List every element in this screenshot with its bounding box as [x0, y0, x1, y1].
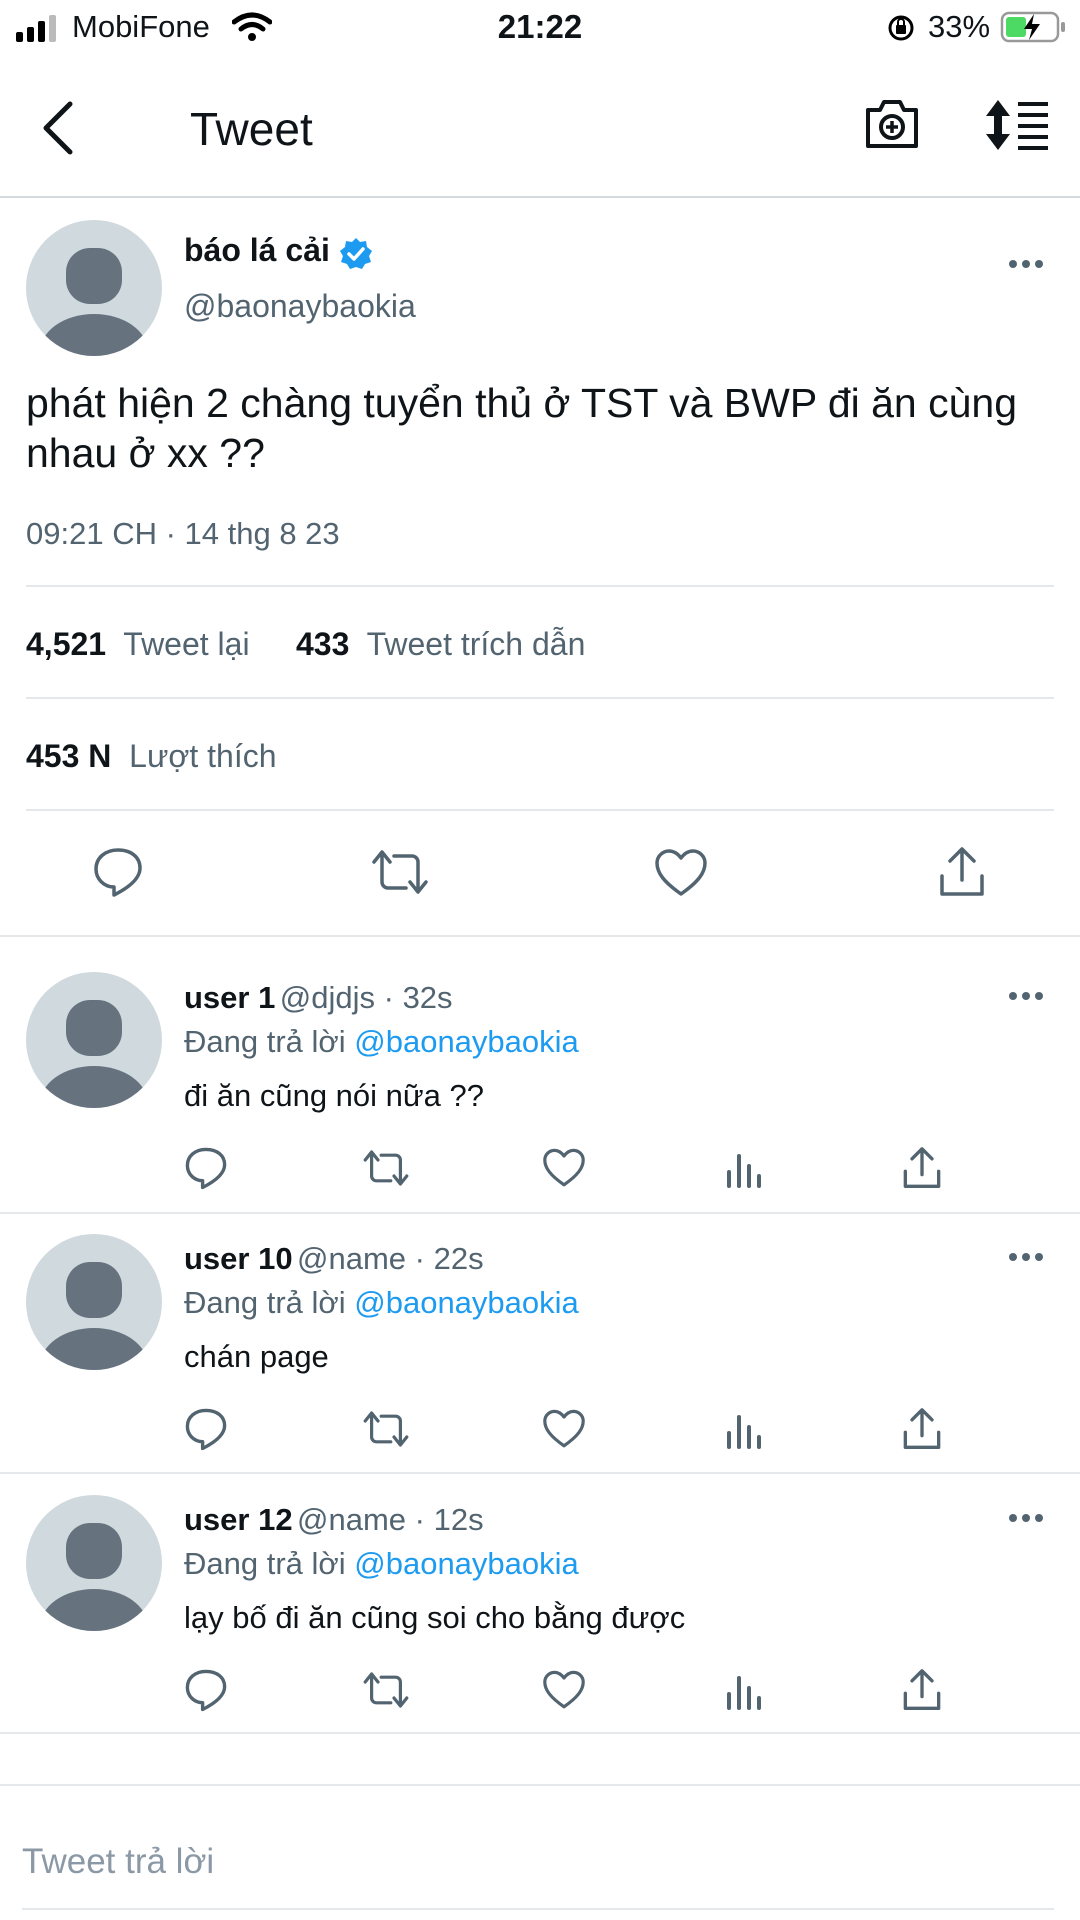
reply-icon[interactable]	[92, 846, 144, 898]
retweet-icon[interactable]	[370, 848, 430, 896]
status-bar: MobiFone 21:22 33%	[0, 0, 1080, 56]
like-count-label: Lượt thích	[129, 738, 277, 774]
reply-header: user 10 @name · 22s	[184, 1241, 484, 1277]
divider	[0, 1212, 1080, 1214]
retweet-count[interactable]: 4,521 Tweet lại	[26, 626, 250, 663]
default-avatar-icon	[40, 1523, 148, 1631]
analytics-icon[interactable]	[726, 1411, 762, 1449]
divider	[0, 935, 1080, 937]
replying-to-mention[interactable]: @baonaybaokia	[354, 1546, 579, 1581]
back-arrow-icon[interactable]	[38, 98, 78, 158]
retweet-count-value: 4,521	[26, 626, 107, 662]
share-icon[interactable]	[938, 846, 986, 898]
divider	[26, 809, 1054, 811]
more-options-icon[interactable]	[1008, 1251, 1044, 1263]
author-name[interactable]: báo lá cải	[184, 232, 330, 269]
reply-text: đi ăn cũng nói nữa ??	[184, 1078, 484, 1113]
default-avatar-icon	[40, 248, 148, 356]
battery-icon	[1000, 11, 1065, 43]
tweet-text: phát hiện 2 chàng tuyển thủ ở TST và BWP…	[26, 380, 1018, 476]
divider	[0, 1732, 1080, 1734]
orientation-lock-icon	[888, 15, 914, 41]
battery-percentage: 33%	[928, 9, 991, 44]
replying-to: Đang trả lời @baonaybaokia	[184, 1546, 579, 1582]
reply-author-name[interactable]: user 12	[184, 1502, 293, 1537]
replying-to: Đang trả lời @baonaybaokia	[184, 1285, 579, 1321]
replying-to-label: Đang trả lời	[184, 1546, 346, 1581]
retweet-count-label: Tweet lại	[123, 626, 250, 662]
sort-replies-icon[interactable]	[984, 98, 1050, 152]
reply-compose-input[interactable]: Tweet trả lời	[22, 1842, 214, 1882]
replying-to-label: Đang trả lời	[184, 1285, 346, 1320]
reply-meta: @name · 12s	[297, 1502, 484, 1537]
replying-to: Đang trả lời @baonaybaokia	[184, 1024, 579, 1060]
reply-header: user 12 @name · 12s	[184, 1502, 484, 1538]
like-icon[interactable]	[654, 848, 708, 898]
reply-header: user 1 @djdjs · 32s	[184, 980, 453, 1016]
top-navigation-bar: Tweet	[0, 56, 1080, 198]
quote-count-value: 433	[296, 626, 350, 662]
verified-badge-icon	[340, 238, 372, 269]
tweet-timestamp: 09:21 CH · 14 thg 8 23	[26, 516, 340, 551]
reply-author-name[interactable]: user 1	[184, 980, 275, 1015]
share-icon[interactable]	[902, 1407, 942, 1451]
reply-avatar[interactable]	[26, 1234, 162, 1370]
divider	[26, 697, 1054, 699]
quote-count[interactable]: 433 Tweet trích dẫn	[296, 626, 585, 663]
like-icon[interactable]	[542, 1409, 586, 1449]
like-count-value: 453 N	[26, 738, 112, 774]
more-options-icon[interactable]	[1008, 990, 1044, 1002]
like-icon[interactable]	[542, 1670, 586, 1710]
divider	[22, 1908, 1054, 1910]
reply-author-name[interactable]: user 10	[184, 1241, 293, 1276]
reply-avatar[interactable]	[26, 972, 162, 1108]
replying-to-label: Đang trả lời	[184, 1024, 346, 1059]
default-avatar-icon	[40, 1000, 148, 1108]
divider	[26, 585, 1054, 587]
retweet-icon[interactable]	[362, 1670, 410, 1710]
reply-icon[interactable]	[184, 1407, 228, 1451]
author-avatar[interactable]	[26, 220, 162, 356]
replying-to-mention[interactable]: @baonaybaokia	[354, 1285, 579, 1320]
like-icon[interactable]	[542, 1148, 586, 1188]
divider	[0, 1472, 1080, 1474]
quote-count-label: Tweet trích dẫn	[366, 626, 586, 662]
retweet-icon[interactable]	[362, 1148, 410, 1188]
reply-icon[interactable]	[184, 1146, 228, 1190]
divider	[0, 1784, 1080, 1786]
share-icon[interactable]	[902, 1146, 942, 1190]
reply-icon[interactable]	[184, 1668, 228, 1712]
replying-to-mention[interactable]: @baonaybaokia	[354, 1024, 579, 1059]
reply-meta: @djdjs · 32s	[279, 980, 453, 1015]
retweet-icon[interactable]	[362, 1409, 410, 1449]
like-count[interactable]: 453 N Lượt thích	[26, 738, 277, 775]
share-icon[interactable]	[902, 1668, 942, 1712]
reply-meta: @name · 22s	[297, 1241, 484, 1276]
clock: 21:22	[497, 8, 583, 45]
reply-text: chán page	[184, 1339, 329, 1374]
camera-add-icon[interactable]	[862, 96, 922, 152]
analytics-icon[interactable]	[726, 1150, 762, 1188]
more-options-icon[interactable]	[1008, 258, 1044, 270]
analytics-icon[interactable]	[726, 1672, 762, 1710]
page-title: Tweet	[190, 103, 313, 155]
default-avatar-icon	[40, 1262, 148, 1370]
more-options-icon[interactable]	[1008, 1512, 1044, 1524]
author-handle[interactable]: @baonaybaokia	[184, 288, 416, 325]
reply-avatar[interactable]	[26, 1495, 162, 1631]
reply-text: lạy bố đi ăn cũng soi cho bằng được	[184, 1600, 686, 1635]
